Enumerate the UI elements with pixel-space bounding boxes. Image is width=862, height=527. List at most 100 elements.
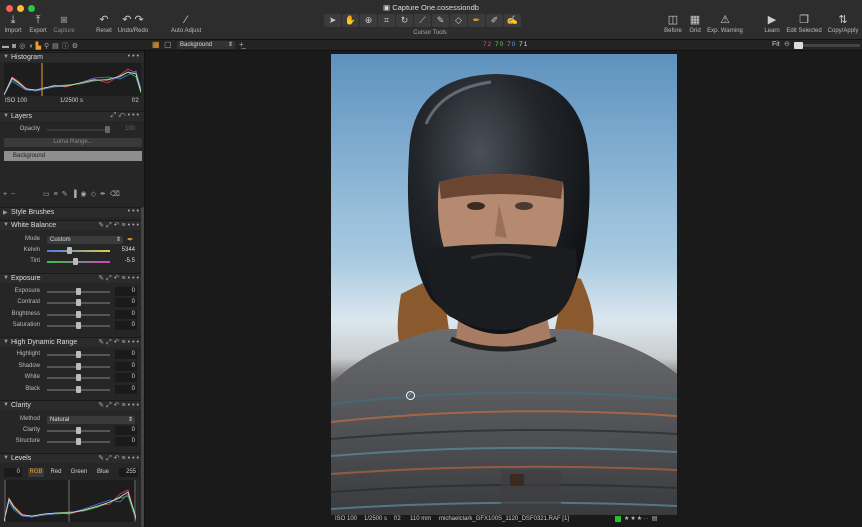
- tint-knob[interactable]: [73, 258, 78, 265]
- structure-slider[interactable]: [47, 438, 110, 445]
- clarity-knob[interactable]: [76, 427, 81, 434]
- contrast-value[interactable]: 0: [115, 298, 137, 307]
- layer-background[interactable]: Background: [4, 151, 142, 161]
- add-layer-icon[interactable]: +̲: [239, 40, 244, 49]
- library-tab-icon[interactable]: ▬: [2, 43, 12, 50]
- hdr-actions-icons[interactable]: ✎⤢↶≡•••: [98, 338, 141, 347]
- image-viewer[interactable]: ⟋: [331, 54, 677, 515]
- kelvin-slider[interactable]: [47, 247, 110, 254]
- export-button[interactable]: ⤒ Export: [27, 14, 49, 34]
- brightness-value[interactable]: 0: [115, 310, 137, 319]
- color-tab-icon[interactable]: ◑: [28, 43, 35, 50]
- clarity-slider[interactable]: [47, 427, 110, 434]
- adjustments-tab-icon[interactable]: ▤: [52, 43, 62, 50]
- levels-actions-icons[interactable]: ✎⤢↶≡•••: [98, 454, 141, 463]
- white-knob[interactable]: [76, 374, 81, 381]
- collapse-icon[interactable]: ▼: [3, 402, 9, 408]
- clarity-value[interactable]: 0: [115, 426, 137, 435]
- collapse-icon[interactable]: ▼: [3, 222, 9, 228]
- gradient-icon[interactable]: ▐: [72, 191, 81, 198]
- undo-redo-button[interactable]: ↶ ↷ Undo/Redo: [117, 14, 149, 34]
- saturation-knob[interactable]: [76, 322, 81, 329]
- highlight-value[interactable]: 0: [115, 350, 137, 359]
- levels-tab-green[interactable]: Green: [69, 468, 89, 477]
- structure-knob[interactable]: [76, 438, 81, 445]
- brightness-knob[interactable]: [76, 311, 81, 318]
- layer-select[interactable]: Background ⇕: [177, 41, 235, 49]
- capture-button[interactable]: ◙ Capture: [51, 14, 77, 34]
- keystone-tool[interactable]: ⟋: [414, 14, 431, 27]
- before-button[interactable]: ◫ Before: [662, 14, 684, 34]
- saturation-slider[interactable]: [47, 322, 110, 329]
- pen-icon[interactable]: ✒: [100, 191, 110, 198]
- mask-icon[interactable]: ≡: [54, 191, 62, 198]
- black-slider[interactable]: [47, 386, 110, 393]
- black-knob[interactable]: [76, 386, 81, 393]
- white-balance-picker-tool[interactable]: ✒: [468, 14, 485, 27]
- shadow-knob[interactable]: [76, 363, 81, 370]
- zoom-slider[interactable]: [794, 42, 860, 49]
- eyedropper-icon[interactable]: ✒: [127, 235, 134, 244]
- zoom-slider-knob[interactable]: [794, 42, 803, 49]
- single-view-icon[interactable]: ▢: [164, 40, 172, 49]
- rotate-tool[interactable]: ↻: [396, 14, 413, 27]
- levels-graph[interactable]: [3, 480, 137, 522]
- exposure-actions-icons[interactable]: ✎⤢↶≡•••: [98, 274, 141, 283]
- auto-adjust-button[interactable]: ⁄ Auto Adjust: [168, 14, 204, 34]
- collapse-icon[interactable]: ▼: [3, 54, 9, 60]
- clarity-method-select[interactable]: Natural ⇕: [47, 416, 135, 424]
- white-balance-actions-icons[interactable]: ✎⤢↶≡•••: [98, 221, 141, 230]
- image-icon[interactable]: ▭: [43, 191, 54, 198]
- tint-value[interactable]: -5.5: [115, 257, 137, 266]
- crop-tool[interactable]: ⌗: [378, 14, 395, 27]
- shadow-value[interactable]: 0: [115, 362, 137, 371]
- exposure-slider[interactable]: [47, 288, 110, 295]
- highlight-slider[interactable]: [47, 351, 110, 358]
- levels-low-value[interactable]: 0: [4, 468, 22, 477]
- radial-icon[interactable]: ◉: [81, 191, 91, 198]
- eraser-tool[interactable]: ◇: [450, 14, 467, 27]
- collapse-icon[interactable]: ▼: [3, 339, 9, 345]
- tint-slider[interactable]: [47, 258, 110, 265]
- kelvin-value[interactable]: 5344: [115, 246, 137, 255]
- brush-icon[interactable]: ✎: [62, 191, 72, 198]
- collapse-icon[interactable]: ▼: [3, 275, 9, 281]
- rating-stars[interactable]: ★★★·· ▤: [624, 515, 658, 522]
- white-slider[interactable]: [47, 374, 110, 381]
- layers-actions-icons[interactable]: ⤢↶•••: [111, 112, 141, 120]
- annotate-tool[interactable]: ✍: [504, 14, 521, 27]
- levels-tab-blue[interactable]: Blue: [94, 468, 112, 477]
- brightness-slider[interactable]: [47, 311, 110, 318]
- wb-mode-select[interactable]: Custom ⇕: [47, 236, 123, 244]
- grid-button[interactable]: ▦ Grid: [686, 14, 704, 34]
- color-picker-tool[interactable]: ✐: [486, 14, 503, 27]
- brush-tool[interactable]: ✎: [432, 14, 449, 27]
- opacity-value[interactable]: 100: [115, 125, 137, 134]
- copy-apply-button[interactable]: ⇅ Copy/Apply: [826, 14, 860, 34]
- layers-header[interactable]: ▼ Layers ⤢↶•••: [0, 111, 144, 121]
- zoom-tool[interactable]: ⊕: [360, 14, 377, 27]
- white-value[interactable]: 0: [115, 373, 137, 382]
- saturation-value[interactable]: 0: [115, 321, 137, 330]
- metadata-tab-icon[interactable]: ⓘ: [62, 43, 72, 50]
- remove-layer-icon[interactable]: −: [11, 191, 19, 198]
- levels-tab-red[interactable]: Red: [48, 468, 64, 477]
- kelvin-knob[interactable]: [67, 247, 72, 254]
- zoom-out-icon[interactable]: ⊖: [784, 40, 790, 48]
- eraser-icon[interactable]: ◇: [91, 191, 100, 198]
- learn-button[interactable]: ▶ Learn: [762, 14, 782, 34]
- color-tag-green[interactable]: [615, 516, 621, 522]
- white-balance-header[interactable]: ▼ White Balance ✎⤢↶≡•••: [0, 220, 144, 230]
- luma-range-button[interactable]: Luma Range...: [4, 138, 142, 147]
- histogram-header[interactable]: ▼ Histogram •••: [0, 52, 144, 62]
- details-tab-icon[interactable]: ⚲: [44, 43, 52, 50]
- hand-tool[interactable]: ✋: [342, 14, 359, 27]
- exposure-value[interactable]: 0: [115, 287, 137, 296]
- hdr-header[interactable]: ▼ High Dynamic Range ✎⤢↶≡•••: [0, 337, 144, 347]
- multi-view-icon[interactable]: ▦: [152, 40, 160, 49]
- collapse-icon[interactable]: ▼: [3, 113, 9, 119]
- more-icon[interactable]: •••: [128, 53, 141, 60]
- style-brushes-header[interactable]: ▶ Style Brushes •••: [0, 207, 144, 217]
- levels-high-value[interactable]: 255: [119, 468, 138, 477]
- levels-header[interactable]: ▼ Levels ✎⤢↶≡•••: [0, 453, 144, 463]
